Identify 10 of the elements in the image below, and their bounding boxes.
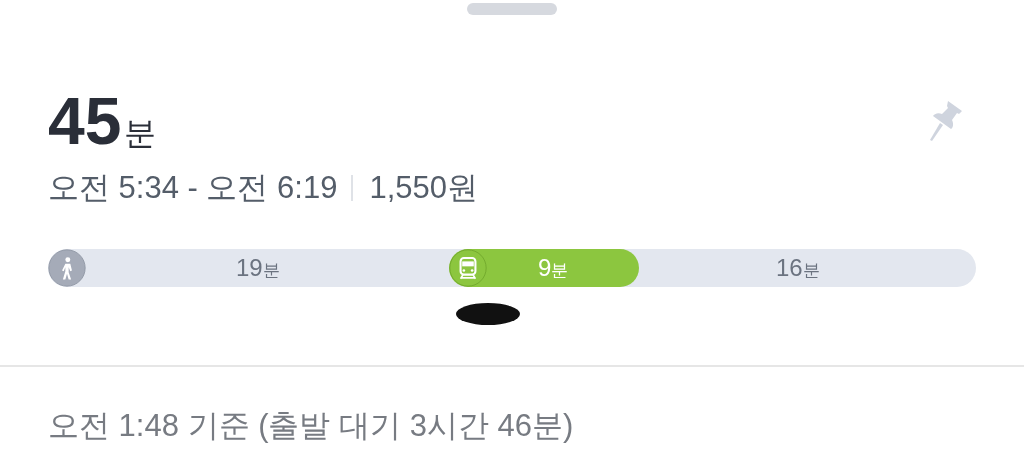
time-range: 오전 5:34 - 오전 6:19 <box>48 169 338 207</box>
total-duration: 45 <box>48 85 122 157</box>
drag-handle[interactable] <box>467 3 557 15</box>
departure-note: 오전 1:48 기준 (출발 대기 3시간 46분) <box>47 407 575 445</box>
segment-duration: 19분 <box>235 254 281 282</box>
duration-unit: 분 <box>124 114 157 153</box>
transit-segment[interactable]: 9분 <box>448 249 639 287</box>
fare: 1,550원 <box>369 169 479 207</box>
segment-duration: 9분 <box>536 254 570 282</box>
segment-duration: 16분 <box>774 254 821 282</box>
